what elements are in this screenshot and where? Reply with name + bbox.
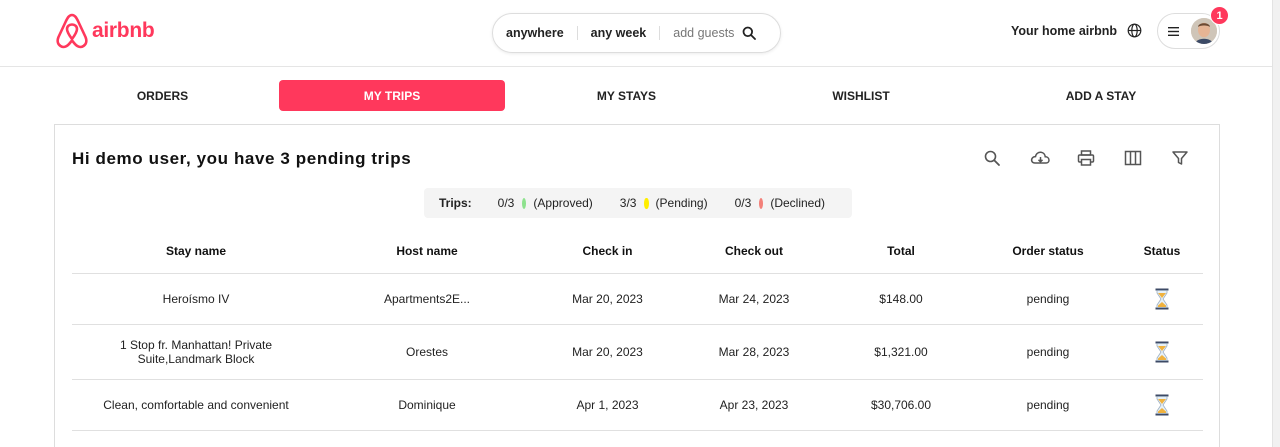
cell-status xyxy=(1121,273,1203,325)
column-header-check-in[interactable]: Check in xyxy=(534,230,681,274)
search-icon[interactable] xyxy=(983,149,1001,167)
table-row[interactable]: Heroísmo IV Apartments2E... Mar 20, 2023… xyxy=(72,273,1203,325)
pending-label: (Pending) xyxy=(655,196,708,210)
columns-icon[interactable] xyxy=(1124,149,1142,167)
declined-count: 0/3 xyxy=(734,196,752,210)
cell-order-status: pending xyxy=(975,273,1121,325)
print-icon[interactable] xyxy=(1077,149,1095,167)
cloud-download-icon[interactable] xyxy=(1030,149,1050,167)
tab-my-stays[interactable]: MY STAYS xyxy=(513,80,740,111)
table-header-row: Stay name Host name Check in Check out T… xyxy=(72,230,1203,274)
cell-stay-name: Clean, comfortable and convenient xyxy=(72,379,320,431)
trips-table: Stay name Host name Check in Check out T… xyxy=(72,230,1203,431)
brand-name: airbnb xyxy=(92,19,155,42)
hamburger-icon xyxy=(1168,27,1179,36)
trips-card: Hi demo user, you have 3 pending trips T… xyxy=(54,124,1220,447)
cell-check-in: Mar 20, 2023 xyxy=(534,324,681,380)
cell-host-name: Dominique xyxy=(320,379,534,431)
column-header-stay-name[interactable]: Stay name xyxy=(72,230,320,274)
cell-host-name: Apartments2E... xyxy=(320,273,534,325)
notification-badge: 1 xyxy=(1210,6,1229,25)
search-icon[interactable] xyxy=(742,26,756,40)
airbnb-logo-icon xyxy=(56,13,88,49)
column-header-host-name[interactable]: Host name xyxy=(320,230,534,274)
cell-check-out: Apr 23, 2023 xyxy=(681,379,827,431)
approved-count: 0/3 xyxy=(497,196,515,210)
declined-label: (Declined) xyxy=(770,196,826,210)
cell-status xyxy=(1121,379,1203,431)
tab-orders[interactable]: ORDERS xyxy=(54,80,271,111)
host-your-home-link[interactable]: Your home airbnb xyxy=(1011,24,1117,38)
summary-label: Trips: xyxy=(439,196,472,210)
cell-order-status: pending xyxy=(975,379,1121,431)
cell-check-out: Mar 24, 2023 xyxy=(681,273,827,325)
column-header-status[interactable]: Status xyxy=(1121,230,1203,274)
cell-order-status: pending xyxy=(975,324,1121,380)
page-title: Hi demo user, you have 3 pending trips xyxy=(72,149,412,168)
column-header-total[interactable]: Total xyxy=(827,230,975,274)
cell-total: $1,321.00 xyxy=(827,324,975,380)
page-scrollbar[interactable] xyxy=(1272,0,1280,447)
pending-count: 3/3 xyxy=(619,196,637,210)
column-header-check-out[interactable]: Check out xyxy=(681,230,827,274)
filter-icon[interactable] xyxy=(1171,149,1189,167)
cell-check-in: Mar 20, 2023 xyxy=(534,273,681,325)
hourglass-icon xyxy=(1155,288,1169,309)
top-header: airbnb anywhere any week add guests Your… xyxy=(0,0,1272,67)
cell-host-name: Orestes xyxy=(320,324,534,380)
hourglass-icon xyxy=(1155,341,1169,362)
search-location[interactable]: anywhere xyxy=(493,26,577,40)
cell-stay-name: Heroísmo IV xyxy=(72,273,320,325)
cell-total: $30,706.00 xyxy=(827,379,975,431)
search-dates[interactable]: any week xyxy=(578,26,660,40)
approved-label: (Approved) xyxy=(533,196,593,210)
search-guests[interactable]: add guests xyxy=(660,26,747,40)
approved-dot xyxy=(522,197,527,209)
column-header-order-status[interactable]: Order status xyxy=(975,230,1121,274)
pending-dot xyxy=(644,197,649,209)
tab-wishlist[interactable]: WISHLIST xyxy=(748,80,974,111)
cell-stay-name: 1 Stop fr. Manhattan! Private Suite,Land… xyxy=(72,324,320,380)
tab-my-trips[interactable]: MY TRIPS xyxy=(279,80,505,111)
cell-check-in: Apr 1, 2023 xyxy=(534,379,681,431)
tab-add-a-stay[interactable]: ADD A STAY xyxy=(982,80,1220,111)
cell-check-out: Mar 28, 2023 xyxy=(681,324,827,380)
search-bar[interactable]: anywhere any week add guests xyxy=(492,13,781,53)
trips-summary: Trips: 0/3 (Approved) 3/3 (Pending) 0/3 … xyxy=(424,188,852,218)
hourglass-icon xyxy=(1155,394,1169,415)
cell-total: $148.00 xyxy=(827,273,975,325)
declined-dot xyxy=(759,197,764,209)
table-row[interactable]: Clean, comfortable and convenient Domini… xyxy=(72,379,1203,431)
airbnb-logo[interactable]: airbnb xyxy=(54,12,155,50)
table-row[interactable]: 1 Stop fr. Manhattan! Private Suite,Land… xyxy=(72,324,1203,380)
globe-icon[interactable] xyxy=(1127,23,1142,38)
cell-status xyxy=(1121,324,1203,380)
